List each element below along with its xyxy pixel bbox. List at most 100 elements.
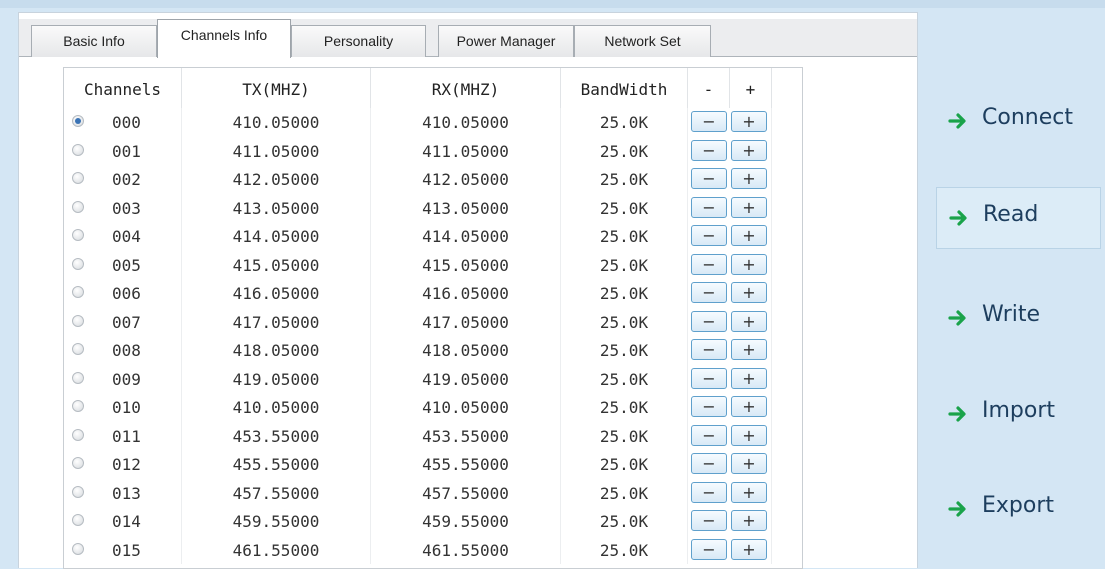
rx-frequency-cell[interactable]: 455.55000 [371,450,561,479]
rx-frequency-cell[interactable]: 410.05000 [371,108,561,137]
tx-frequency-cell[interactable]: 416.05000 [182,279,371,308]
decrement-button[interactable]: − [691,453,727,474]
channel-radio[interactable] [72,286,84,298]
decrement-button[interactable]: − [691,282,727,303]
channel-radio[interactable] [72,514,84,526]
channel-radio[interactable] [72,542,84,555]
rx-frequency-cell[interactable]: 417.05000 [371,307,561,336]
table-row[interactable]: 000 410.05000 410.05000 25.0K − + [64,108,802,137]
table-row[interactable]: 004 414.05000 414.05000 25.0K − + [64,222,802,251]
increment-button[interactable]: + [731,253,767,275]
rx-frequency-cell[interactable]: 416.05000 [371,279,561,308]
channel-radio[interactable] [72,314,84,327]
table-row[interactable]: 015 461.55000 461.55000 25.0K − + [64,535,802,564]
tx-frequency-cell[interactable]: 410.05000 [182,393,371,422]
channel-radio[interactable] [72,343,84,355]
increment-button[interactable]: + [731,196,767,218]
decrement-button[interactable]: − [691,310,727,332]
table-row[interactable]: 006 416.05000 416.05000 25.0K − + [64,279,802,308]
bandwidth-cell[interactable]: 25.0K [561,336,688,365]
tx-frequency-cell[interactable]: 417.05000 [182,307,371,336]
bandwidth-cell[interactable]: 25.0K [561,136,688,165]
rx-frequency-cell[interactable]: 459.55000 [371,507,561,536]
increment-button[interactable]: + [731,424,767,446]
bandwidth-cell[interactable]: 25.0K [561,307,688,336]
decrement-button[interactable]: − [691,339,727,360]
decrement-button[interactable]: − [691,367,727,389]
table-row[interactable]: 002 412.05000 412.05000 25.0K − + [64,165,802,194]
table-row[interactable]: 010 410.05000 410.05000 25.0K − + [64,393,802,422]
increment-button[interactable]: + [731,225,767,246]
tx-frequency-cell[interactable]: 461.55000 [182,535,371,564]
connect-button[interactable]: Connect [936,91,1101,153]
table-row[interactable]: 014 459.55000 459.55000 25.0K − + [64,507,802,536]
bandwidth-cell[interactable]: 25.0K [561,507,688,536]
channel-radio[interactable] [72,200,84,213]
table-row[interactable]: 005 415.05000 415.05000 25.0K − + [64,250,802,279]
bandwidth-cell[interactable]: 25.0K [561,364,688,393]
rx-frequency-cell[interactable]: 419.05000 [371,364,561,393]
channel-radio[interactable] [72,143,84,156]
increment-button[interactable]: + [731,339,767,360]
table-row[interactable]: 009 419.05000 419.05000 25.0K − + [64,364,802,393]
table-row[interactable]: 007 417.05000 417.05000 25.0K − + [64,307,802,336]
table-row[interactable]: 003 413.05000 413.05000 25.0K − + [64,193,802,222]
export-button[interactable]: Export [936,479,1101,541]
table-row[interactable]: 008 418.05000 418.05000 25.0K − + [64,336,802,365]
tx-frequency-cell[interactable]: 419.05000 [182,364,371,393]
channel-radio[interactable] [72,371,84,384]
decrement-button[interactable]: − [691,510,727,531]
increment-button[interactable]: + [731,310,767,332]
rx-frequency-cell[interactable]: 415.05000 [371,250,561,279]
rx-frequency-cell[interactable]: 413.05000 [371,193,561,222]
channel-radio[interactable] [72,229,84,241]
decrement-button[interactable]: − [691,168,727,189]
rx-frequency-cell[interactable]: 457.55000 [371,478,561,507]
tx-frequency-cell[interactable]: 410.05000 [182,108,371,137]
tab-network-set[interactable]: Network Set [574,25,711,57]
bandwidth-cell[interactable]: 25.0K [561,279,688,308]
bandwidth-cell[interactable]: 25.0K [561,478,688,507]
tx-frequency-cell[interactable]: 411.05000 [182,136,371,165]
tx-frequency-cell[interactable]: 457.55000 [182,478,371,507]
channel-radio[interactable] [72,257,84,270]
rx-frequency-cell[interactable]: 453.55000 [371,421,561,450]
bandwidth-cell[interactable]: 25.0K [561,193,688,222]
table-row[interactable]: 012 455.55000 455.55000 25.0K − + [64,450,802,479]
tx-frequency-cell[interactable]: 459.55000 [182,507,371,536]
bandwidth-cell[interactable]: 25.0K [561,108,688,137]
tx-frequency-cell[interactable]: 418.05000 [182,336,371,365]
table-row[interactable]: 013 457.55000 457.55000 25.0K − + [64,478,802,507]
tab-power-manager[interactable]: Power Manager [438,25,574,57]
rx-frequency-cell[interactable]: 410.05000 [371,393,561,422]
decrement-button[interactable]: − [691,396,727,417]
increment-button[interactable]: + [731,168,767,189]
tx-frequency-cell[interactable]: 415.05000 [182,250,371,279]
write-button[interactable]: Write [936,288,1101,350]
bandwidth-cell[interactable]: 25.0K [561,250,688,279]
rx-frequency-cell[interactable]: 418.05000 [371,336,561,365]
channel-radio[interactable] [72,457,84,469]
tx-frequency-cell[interactable]: 455.55000 [182,450,371,479]
decrement-button[interactable]: − [691,538,727,560]
import-button[interactable]: Import [936,384,1101,446]
decrement-button[interactable]: − [691,225,727,246]
channel-radio[interactable] [72,115,84,127]
channel-radio[interactable] [72,400,84,412]
channel-radio[interactable] [72,172,84,184]
bandwidth-cell[interactable]: 25.0K [561,165,688,194]
tx-frequency-cell[interactable]: 413.05000 [182,193,371,222]
increment-button[interactable]: + [731,139,767,161]
bandwidth-cell[interactable]: 25.0K [561,450,688,479]
bandwidth-cell[interactable]: 25.0K [561,535,688,564]
decrement-button[interactable]: − [691,424,727,446]
tab-personality[interactable]: Personality [291,25,426,57]
decrement-button[interactable]: − [691,196,727,218]
increment-button[interactable]: + [731,538,767,560]
increment-button[interactable]: + [731,481,767,503]
increment-button[interactable]: + [731,453,767,474]
table-row[interactable]: 011 453.55000 453.55000 25.0K − + [64,421,802,450]
bandwidth-cell[interactable]: 25.0K [561,421,688,450]
decrement-button[interactable]: − [691,139,727,161]
decrement-button[interactable]: − [691,111,727,132]
